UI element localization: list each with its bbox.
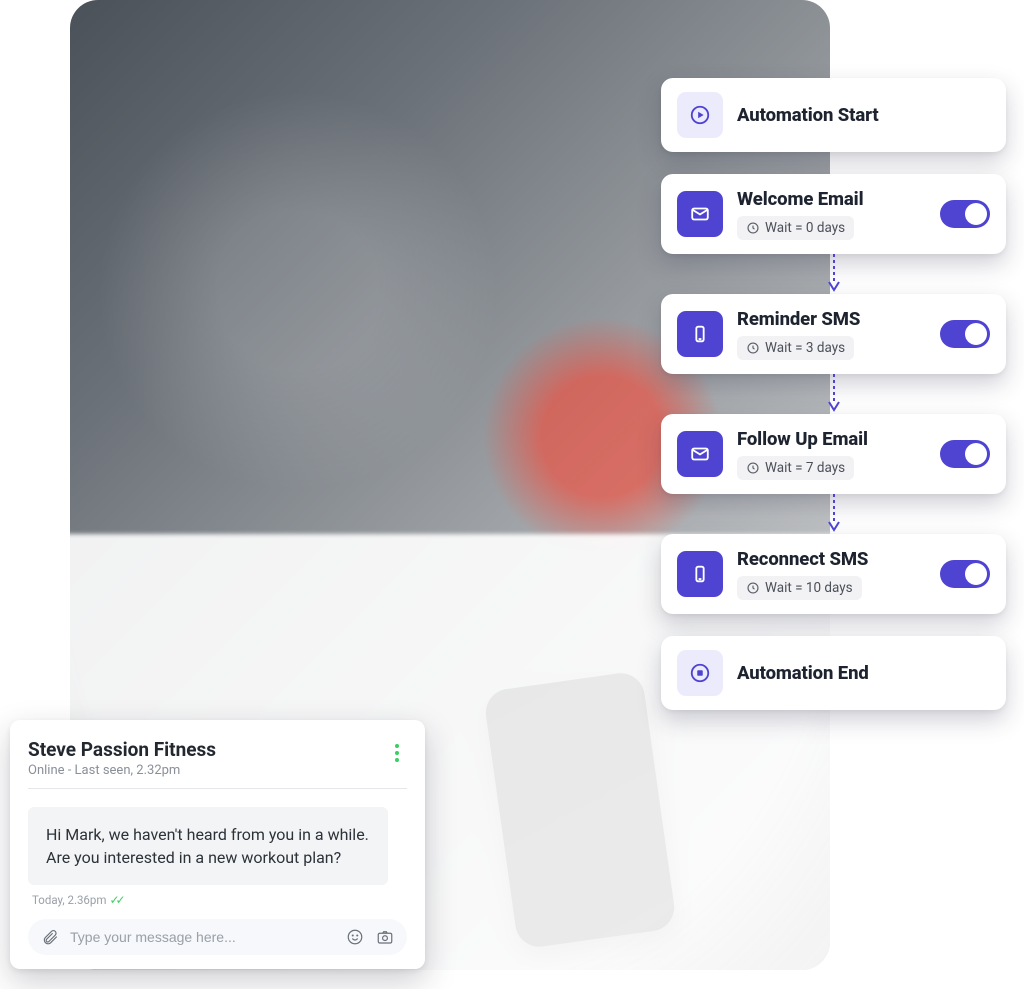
step-title: Reminder SMS [737, 308, 926, 330]
chat-timestamp: Today, 2.36pm ✓✓ [32, 893, 407, 907]
automation-step-follow-up-email[interactable]: Follow Up Email Wait = 7 days [661, 414, 1006, 494]
step-toggle[interactable] [940, 200, 990, 228]
step-title: Reconnect SMS [737, 548, 926, 570]
automation-step-reconnect-sms[interactable]: Reconnect SMS Wait = 10 days [661, 534, 1006, 614]
clock-icon [746, 461, 760, 475]
automation-start-card[interactable]: Automation Start [661, 78, 1006, 152]
flow-arrow [661, 494, 1006, 534]
chat-panel: Steve Passion Fitness Online - Last seen… [10, 720, 425, 969]
phone-silhouette [483, 670, 678, 950]
phone-icon [677, 311, 723, 357]
automation-flow: Automation Start Welcome Email Wait = 0 … [661, 78, 1006, 710]
automation-end-label: Automation End [737, 662, 990, 684]
step-toggle[interactable] [940, 320, 990, 348]
paperclip-icon[interactable] [40, 927, 60, 947]
mail-icon [677, 431, 723, 477]
automation-start-label: Automation Start [737, 104, 990, 126]
wait-pill: Wait = 3 days [737, 336, 854, 360]
wait-pill: Wait = 7 days [737, 456, 854, 480]
chat-contact-name: Steve Passion Fitness [28, 738, 216, 761]
chat-status-line: Online - Last seen, 2.32pm [28, 763, 216, 778]
clock-icon [746, 221, 760, 235]
step-title: Welcome Email [737, 188, 926, 210]
automation-step-welcome-email[interactable]: Welcome Email Wait = 0 days [661, 174, 1006, 254]
step-title: Follow Up Email [737, 428, 926, 450]
wait-text: Wait = 3 days [765, 340, 845, 356]
automation-step-reminder-sms[interactable]: Reminder SMS Wait = 3 days [661, 294, 1006, 374]
clock-icon [746, 581, 760, 595]
camera-icon[interactable] [375, 927, 395, 947]
step-toggle[interactable] [940, 440, 990, 468]
wait-pill: Wait = 10 days [737, 576, 862, 600]
more-vertical-icon[interactable] [387, 738, 407, 762]
wait-pill: Wait = 0 days [737, 216, 854, 240]
chat-text-input[interactable] [70, 929, 335, 945]
mail-icon [677, 191, 723, 237]
smile-icon[interactable] [345, 927, 365, 947]
step-toggle[interactable] [940, 560, 990, 588]
play-circle-icon [677, 92, 723, 138]
wait-text: Wait = 10 days [765, 580, 853, 596]
wait-text: Wait = 0 days [765, 220, 845, 236]
chat-input-row [28, 919, 407, 955]
phone-icon [677, 551, 723, 597]
chat-timestamp-text: Today, 2.36pm [32, 893, 106, 907]
flow-arrow [661, 254, 1006, 294]
wait-text: Wait = 7 days [765, 460, 845, 476]
double-check-icon: ✓✓ [109, 893, 121, 907]
chat-header: Steve Passion Fitness Online - Last seen… [28, 738, 407, 789]
chat-message-bubble: Hi Mark, we haven't heard from you in a … [28, 807, 388, 885]
automation-end-card[interactable]: Automation End [661, 636, 1006, 710]
clock-icon [746, 341, 760, 355]
stop-circle-icon [677, 650, 723, 696]
flow-arrow [661, 374, 1006, 414]
